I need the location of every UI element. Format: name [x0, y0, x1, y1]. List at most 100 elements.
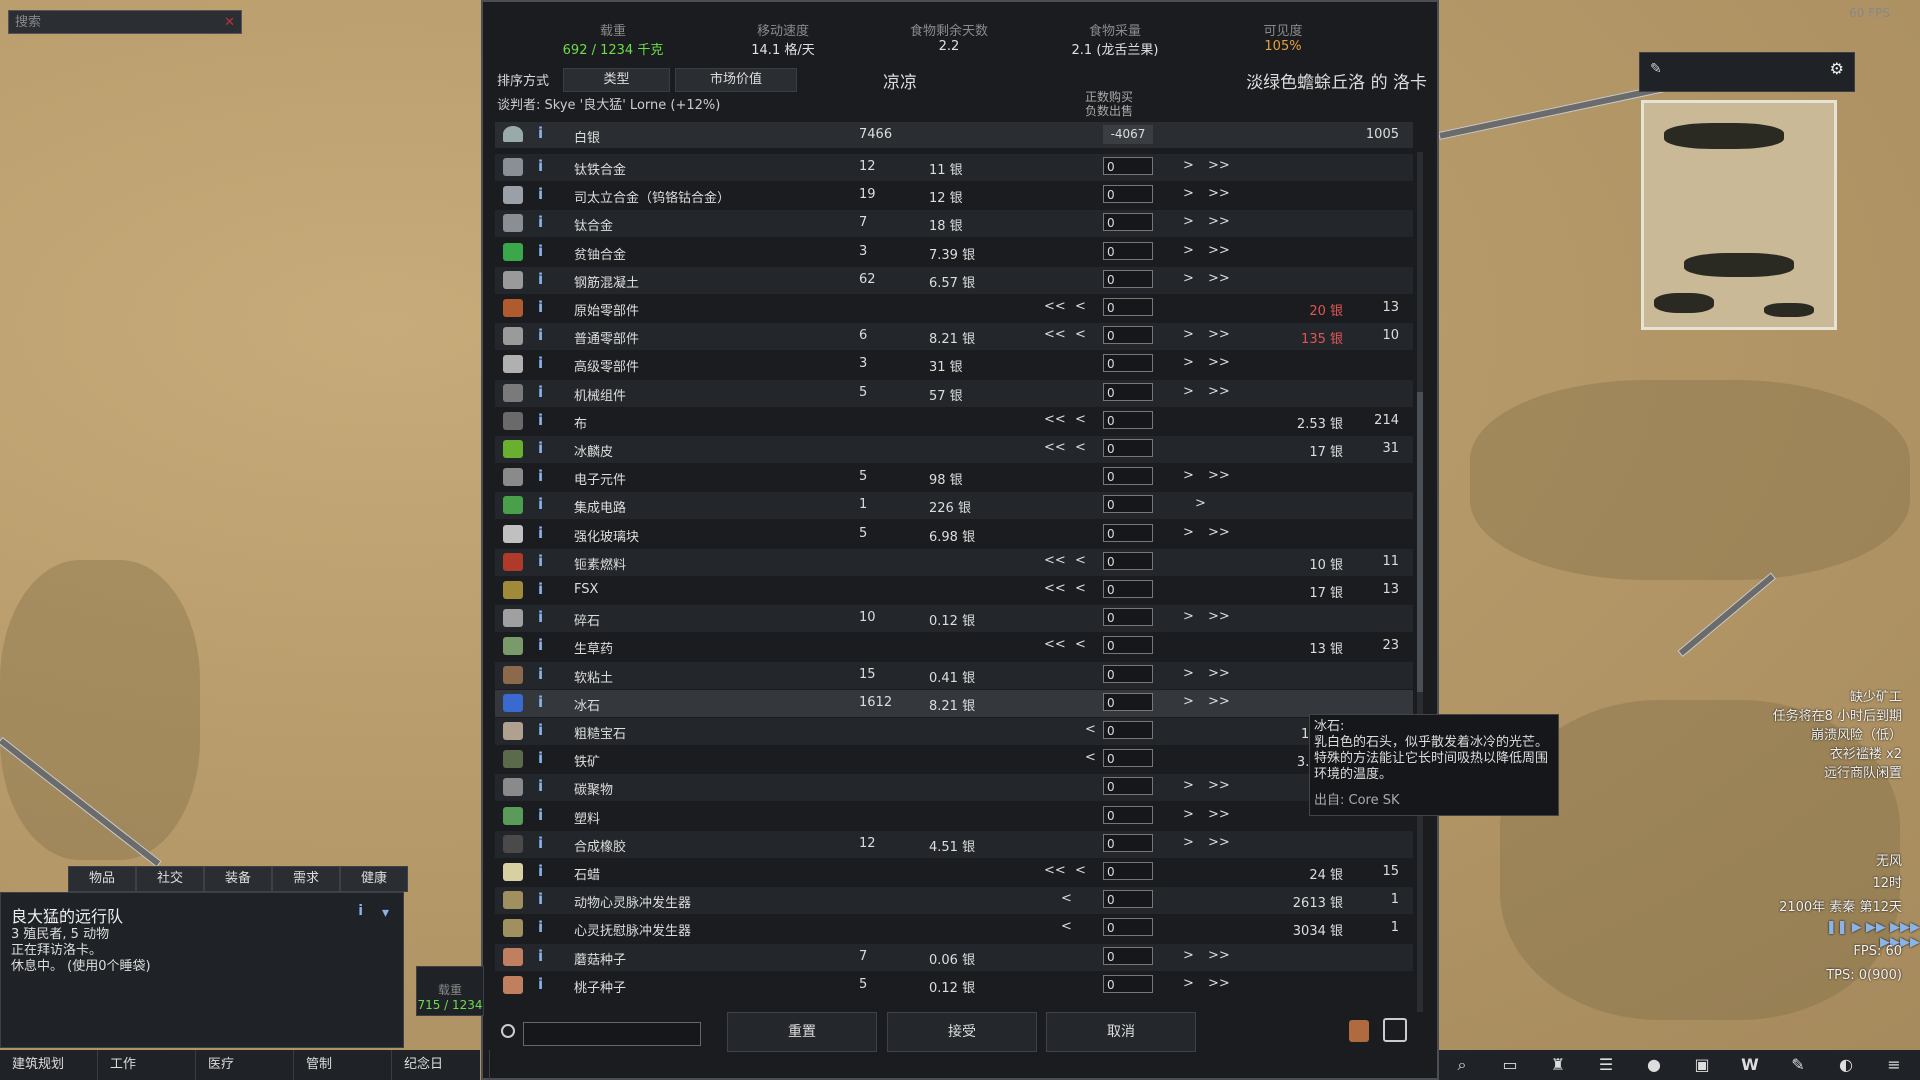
inspect-icon[interactable]: ▣: [1691, 1054, 1713, 1076]
buy-one-button[interactable]: <: [1075, 412, 1086, 427]
sell-all-button[interactable]: >>: [1208, 355, 1230, 370]
reset-button[interactable]: 重置: [727, 1012, 877, 1052]
quantity-input[interactable]: 0: [1103, 439, 1153, 457]
alert-item[interactable]: 任务将在8 小时后到期: [1773, 705, 1902, 724]
info-icon[interactable]: i: [538, 918, 550, 938]
buy-one-button[interactable]: <: [1085, 750, 1096, 765]
accept-button[interactable]: 接受: [887, 1012, 1037, 1052]
main-tab[interactable]: 工作: [98, 1050, 196, 1080]
info-icon[interactable]: i: [538, 124, 543, 142]
book-icon[interactable]: ▭: [1499, 1054, 1521, 1076]
quantity-input[interactable]: 0: [1103, 974, 1153, 993]
sort-by-type-button[interactable]: 类型: [563, 68, 670, 92]
trade-row[interactable]: i 机械组件 5 57 银 0 > >>: [495, 379, 1413, 407]
trade-row[interactable]: i 桃子种子 5 0.12 银 0 > >>: [495, 972, 1413, 999]
info-icon[interactable]: i: [538, 298, 550, 318]
quantity-input[interactable]: 0: [1103, 580, 1153, 598]
buy-one-button[interactable]: <: [1075, 863, 1086, 878]
quantity-input[interactable]: 0: [1103, 269, 1153, 288]
sell-one-button[interactable]: >: [1183, 778, 1194, 793]
info-icon[interactable]: i: [538, 975, 550, 995]
sort-by-market-value-button[interactable]: 市场价值: [675, 68, 797, 92]
buy-all-button[interactable]: <<: [1044, 412, 1066, 427]
info-icon[interactable]: i: [538, 608, 550, 628]
trade-row[interactable]: i 强化玻璃块 5 6.98 银 0 > >>: [495, 521, 1413, 548]
main-tab[interactable]: 管制: [294, 1050, 392, 1080]
sell-one-button[interactable]: >: [1183, 976, 1194, 991]
quantity-input[interactable]: 0: [1103, 833, 1153, 852]
trade-row[interactable]: i 普通零部件 6 8.21 银 << <0 > >> 135 银 10: [495, 323, 1413, 351]
alert-item[interactable]: 缺少矿工: [1850, 686, 1902, 705]
gear-icon[interactable]: ⚙: [1830, 59, 1844, 78]
buy-all-button[interactable]: <<: [1044, 581, 1066, 596]
sell-all-button[interactable]: >>: [1208, 214, 1230, 229]
sell-one-button[interactable]: >: [1183, 835, 1194, 850]
quantity-input[interactable]: 0: [1103, 495, 1153, 514]
main-tab[interactable]: 医疗: [196, 1050, 294, 1080]
sell-all-button[interactable]: >>: [1208, 186, 1230, 201]
sell-all-button[interactable]: >>: [1208, 271, 1230, 286]
sell-all-button[interactable]: >>: [1208, 609, 1230, 624]
sell-all-button[interactable]: >>: [1208, 666, 1230, 681]
trade-row[interactable]: i 塑料 0 > >>: [495, 803, 1413, 830]
buy-one-button[interactable]: <: [1075, 440, 1086, 455]
research-icon[interactable]: ●: [1643, 1054, 1665, 1076]
quantity-input[interactable]: 0: [1103, 890, 1153, 909]
trade-row[interactable]: i 原始零部件 << <0 20 银 13: [495, 295, 1413, 322]
info-icon[interactable]: i: [538, 890, 550, 910]
search-input[interactable]: 搜索 ✕: [8, 10, 242, 34]
quantity-input[interactable]: 0: [1103, 523, 1153, 542]
trade-row[interactable]: i 动物心灵脉冲发生器 <0 2613 银 1: [495, 887, 1413, 915]
buy-one-button[interactable]: <: [1075, 299, 1086, 314]
trade-row[interactable]: i 钛铁合金 12 11 银 0 > >>: [495, 154, 1413, 181]
buy-all-button[interactable]: <<: [1044, 440, 1066, 455]
info-icon[interactable]: i: [538, 749, 550, 769]
trade-row[interactable]: i铁矿<03.37 银520: [495, 746, 1413, 773]
caravan-tab[interactable]: 物品: [68, 866, 136, 892]
info-icon[interactable]: i: [538, 242, 550, 262]
trade-row[interactable]: i 集成电路 1 226 银 0 >: [495, 492, 1413, 520]
sell-all-button[interactable]: >>: [1208, 807, 1230, 822]
sell-one-button[interactable]: >: [1183, 384, 1194, 399]
quantity-input[interactable]: 0: [1103, 326, 1153, 345]
trade-row[interactable]: i 碎石 10 0.12 银 0 > >>: [495, 605, 1413, 633]
buy-one-button[interactable]: <: [1075, 327, 1086, 342]
info-icon[interactable]: i: [538, 552, 550, 572]
search-icon[interactable]: ⌕: [1451, 1054, 1473, 1076]
trade-row[interactable]: i 贫铀合金 3 7.39 银 0 > >>: [495, 239, 1413, 266]
sell-all-button[interactable]: >>: [1208, 468, 1230, 483]
buy-one-button[interactable]: <: [1061, 891, 1072, 906]
gift-icon[interactable]: [1349, 1020, 1369, 1042]
sell-one-button[interactable]: >: [1183, 158, 1194, 173]
quantity-input[interactable]: 0: [1103, 608, 1153, 627]
sell-all-button[interactable]: >>: [1208, 525, 1230, 540]
trade-row[interactable]: i 软粘土 15 0.41 银 0 > >>: [495, 661, 1413, 689]
info-icon[interactable]: i: [538, 495, 550, 515]
info-icon[interactable]: i: [538, 947, 550, 967]
caravan-tab[interactable]: 健康: [340, 866, 408, 892]
sell-one-button[interactable]: >: [1183, 355, 1194, 370]
quantity-input[interactable]: 0: [1103, 636, 1153, 655]
info-icon[interactable]: i: [538, 524, 550, 544]
sell-one-button[interactable]: >: [1183, 214, 1194, 229]
buy-all-button[interactable]: <<: [1044, 327, 1066, 342]
minimap[interactable]: [1641, 100, 1837, 330]
info-icon[interactable]: i: [538, 862, 550, 882]
info-icon[interactable]: i: [538, 636, 550, 656]
buy-all-button[interactable]: <<: [1044, 863, 1066, 878]
sell-all-button[interactable]: >>: [1208, 158, 1230, 173]
quantity-input[interactable]: 0: [1103, 777, 1153, 796]
pin-icon[interactable]: ✎: [1650, 61, 1662, 77]
buy-one-button[interactable]: <: [1085, 722, 1096, 737]
info-icon[interactable]: i: [538, 213, 550, 233]
history-icon[interactable]: ☰: [1595, 1054, 1617, 1076]
trade-row[interactable]: i 布 << <0 2.53 银 214: [495, 408, 1413, 435]
trade-row[interactable]: i 心灵抚慰脉冲发生器 <0 3034 银 1: [495, 915, 1413, 942]
sell-one-button[interactable]: >: [1183, 186, 1194, 201]
quantity-input[interactable]: 0: [1103, 862, 1153, 880]
quantity-input[interactable]: 0: [1103, 805, 1153, 824]
caravan-tab[interactable]: 需求: [272, 866, 340, 892]
quantity-input[interactable]: 0: [1103, 946, 1153, 965]
info-icon[interactable]: i: [538, 354, 550, 374]
buy-all-button[interactable]: <<: [1044, 637, 1066, 652]
